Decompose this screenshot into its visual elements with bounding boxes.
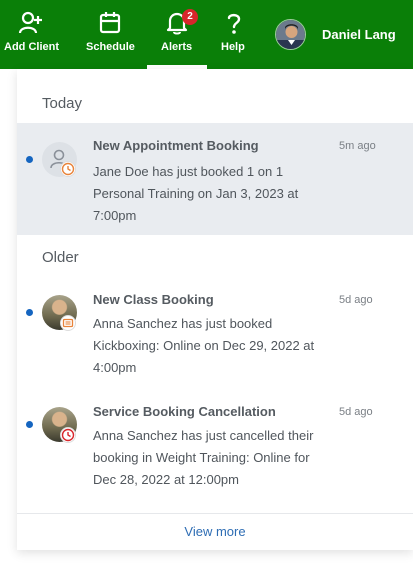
notification-type-badge bbox=[60, 427, 76, 443]
notification-item[interactable]: New Class Booking Anna Sanchez has just … bbox=[17, 279, 413, 389]
user-name: Daniel Lang bbox=[322, 26, 396, 42]
unread-indicator bbox=[26, 156, 33, 163]
notification-type-badge bbox=[60, 315, 76, 331]
notification-time: 5d ago bbox=[339, 294, 373, 306]
notification-type-badge bbox=[60, 161, 76, 177]
notification-time: 5d ago bbox=[339, 406, 373, 418]
calendar-icon bbox=[99, 12, 121, 34]
notification-body: Jane Doe has just booked 1 on 1 Personal… bbox=[93, 164, 299, 223]
nav-help-label: Help bbox=[221, 41, 245, 53]
class-icon bbox=[62, 318, 74, 328]
notification-body: Anna Sanchez has just booked Kickboxing:… bbox=[93, 316, 315, 375]
notifications-panel: Today New Appointment Booking Jane Doe h… bbox=[17, 69, 413, 550]
notification-title: New Appointment Booking bbox=[93, 138, 259, 153]
user-menu[interactable]: Daniel Lang bbox=[275, 18, 396, 50]
avatar bbox=[275, 18, 306, 50]
nav-help[interactable]: Help bbox=[216, 0, 252, 69]
top-nav-bar: Add Client Schedule Alerts 2 Help Daniel… bbox=[0, 0, 413, 69]
notification-time: 5m ago bbox=[339, 140, 376, 152]
clock-icon bbox=[61, 162, 75, 176]
nav-schedule-label: Schedule bbox=[86, 41, 135, 53]
question-icon bbox=[227, 13, 241, 34]
notification-title: New Class Booking bbox=[93, 292, 214, 307]
notification-body: Anna Sanchez has just cancelled their bo… bbox=[93, 428, 314, 487]
cancel-clock-icon bbox=[61, 428, 75, 442]
panel-divider bbox=[17, 513, 413, 514]
alerts-count-badge: 2 bbox=[182, 9, 198, 25]
nav-schedule[interactable]: Schedule bbox=[82, 0, 138, 69]
unread-indicator bbox=[26, 309, 33, 316]
nav-add-client-label: Add Client bbox=[4, 41, 59, 53]
add-user-icon bbox=[18, 11, 42, 34]
user-photo-icon bbox=[276, 19, 305, 49]
nav-add-client[interactable]: Add Client bbox=[0, 0, 62, 69]
section-title-today: Today bbox=[42, 95, 83, 112]
notification-title: Service Booking Cancellation bbox=[93, 404, 276, 419]
unread-indicator bbox=[26, 421, 33, 428]
view-more-link[interactable]: View more bbox=[17, 524, 413, 539]
nav-alerts-label: Alerts bbox=[161, 41, 193, 53]
section-title-older: Older bbox=[42, 249, 79, 266]
notification-item[interactable]: Service Booking Cancellation Anna Sanche… bbox=[17, 391, 413, 503]
notification-item[interactable]: New Appointment Booking Jane Doe has jus… bbox=[17, 123, 413, 235]
nav-alerts[interactable]: Alerts bbox=[147, 0, 207, 69]
